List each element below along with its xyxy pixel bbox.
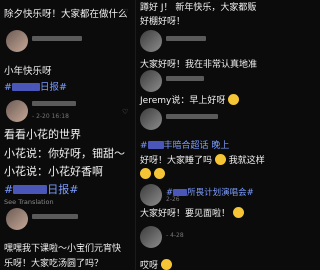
post-meta (32, 213, 78, 220)
like-heart-icon[interactable]: ♡ (122, 108, 130, 116)
redacted-username (166, 75, 204, 81)
right-feed-column: 蹲好 J！ 新年快乐，大家都贩 好棚好呀！ 大家好呀！我在非常认真地准 Jere… (136, 0, 270, 270)
post-text: 嘿嘿我下课啦～小宝们元宵快 (4, 244, 122, 254)
smile-emoji-icon (232, 207, 244, 218)
smile-emoji-icon (140, 168, 151, 179)
post-meta (32, 35, 82, 42)
post-text: 小花说：小花好香啊 (4, 165, 103, 178)
like-heart-icon[interactable]: ♡ (122, 8, 130, 16)
post-text: 蹲好 J！ 新年快乐，大家都贩 (140, 3, 257, 13)
post-text: 好棚好呀！ (140, 17, 186, 27)
avatar[interactable] (6, 100, 28, 122)
redacted-username (32, 35, 82, 41)
avatar[interactable] (140, 184, 162, 206)
post-meta (32, 100, 76, 107)
post-text: 大家好呀！我在非常认真地准 (140, 60, 258, 70)
post-meta (166, 35, 206, 42)
smile-emoji-icon (214, 154, 226, 165)
post-meta (166, 75, 204, 82)
avatar[interactable] (140, 70, 162, 92)
post-timestamp: - 4-28 (166, 232, 184, 239)
avatar[interactable] (140, 108, 162, 130)
post-text: 小花说：你好呀，钿甜～ (4, 147, 125, 160)
post-text: 看看小花的世界 (4, 128, 81, 141)
avatar[interactable] (140, 30, 162, 52)
emoji-row (140, 168, 165, 180)
post-hashtag[interactable]: # 丰暗合超话 晚上 (140, 138, 229, 151)
post-text: 小年快乐呀 (4, 66, 52, 77)
avatar[interactable] (6, 30, 28, 52)
post-text: 乐呀！大家吃汤圆了吗？ (4, 259, 104, 269)
redacted-text (147, 141, 164, 149)
smile-emoji-icon (153, 168, 165, 179)
avatar[interactable] (6, 208, 28, 230)
post-text: 除夕快乐呀！大家都在做什么 (4, 9, 128, 20)
redacted-username (166, 35, 206, 41)
redacted-text (11, 82, 40, 91)
redacted-username (166, 113, 218, 119)
smile-emoji-icon (160, 259, 172, 270)
post-hashtag[interactable]: # 所畏计划演唱会# (166, 186, 254, 198)
post-text: 大家好呀！要见面啦！ (140, 206, 244, 219)
see-translation-link[interactable]: See Translation (4, 198, 54, 206)
post-timestamp: - 2-20 16:18 (32, 113, 69, 120)
redacted-text (173, 188, 188, 196)
smile-emoji-icon (228, 94, 240, 105)
post-text: 哎呀 (140, 258, 172, 270)
post-meta (166, 113, 218, 120)
redacted-text (13, 184, 48, 194)
avatar[interactable] (140, 226, 162, 248)
post-hashtag[interactable]: # 日报# (4, 181, 78, 197)
post-text: 好呀！大家睡了吗 我就这样 (140, 154, 265, 166)
post-text: Jeremy说：早上好呀 (140, 93, 240, 106)
post-hashtag[interactable]: # 日报# (4, 79, 67, 93)
left-feed-column: 除夕快乐呀！大家都在做什么 ♡ 小年快乐呀 # 日报# - 2-20 16:18 … (0, 0, 135, 270)
redacted-username (32, 213, 78, 219)
redacted-username (32, 100, 76, 106)
